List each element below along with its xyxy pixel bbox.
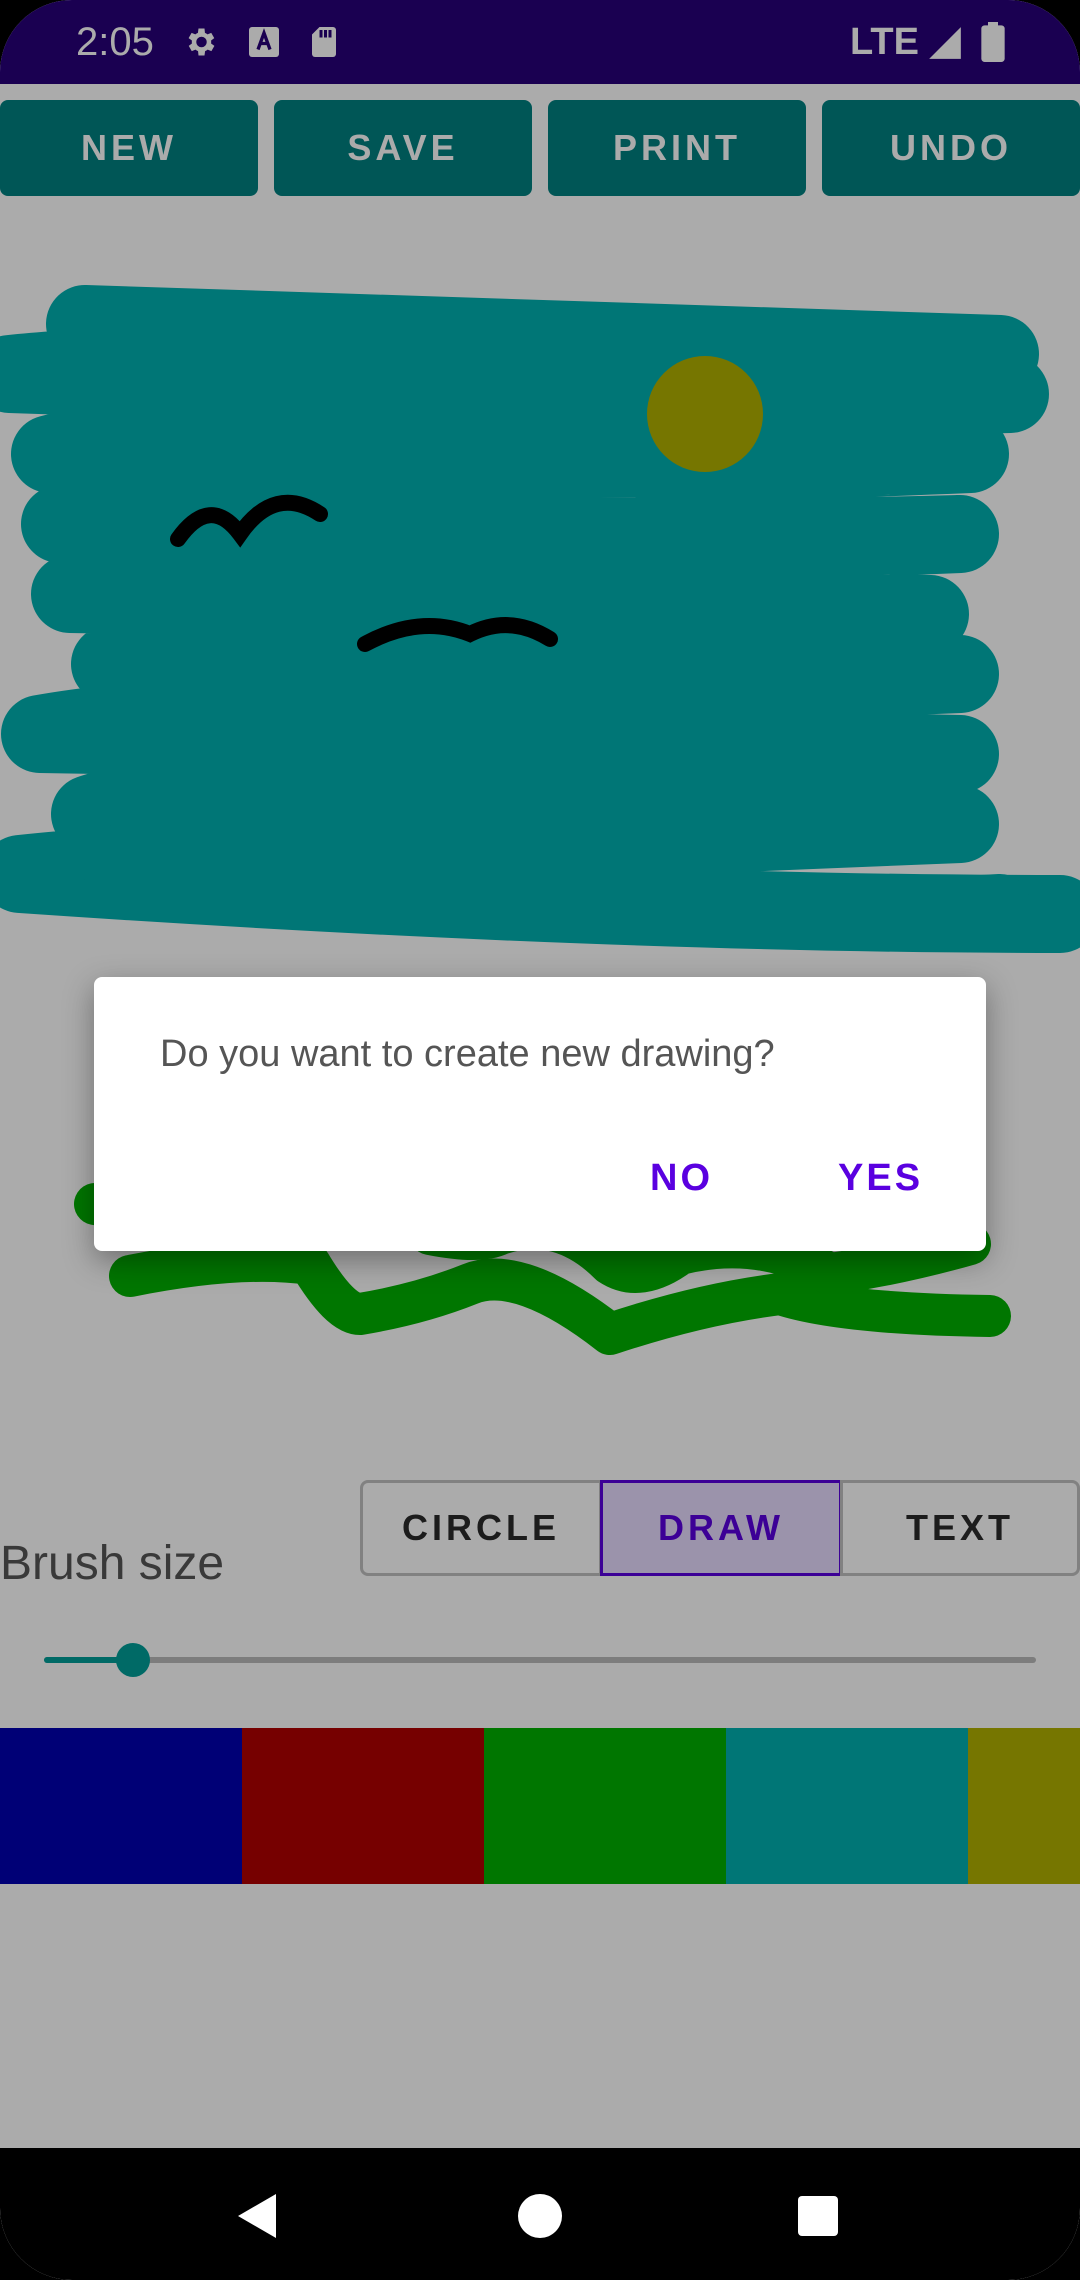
new-drawing-dialog: Do you want to create new drawing? NO YE… (94, 977, 986, 1251)
home-icon[interactable] (518, 2194, 562, 2238)
back-icon[interactable] (238, 2194, 276, 2238)
dialog-yes-button[interactable]: YES (838, 1153, 923, 1203)
dialog-no-button[interactable]: NO (650, 1153, 713, 1203)
navigation-bar (0, 2148, 1080, 2280)
phone-screen: 2:05 LTE NEW SAVE PRINT UNDO CIRCLE DRAW… (0, 0, 1080, 2280)
dialog-message: Do you want to create new drawing? (160, 1033, 775, 1075)
recents-icon[interactable] (798, 2196, 838, 2236)
